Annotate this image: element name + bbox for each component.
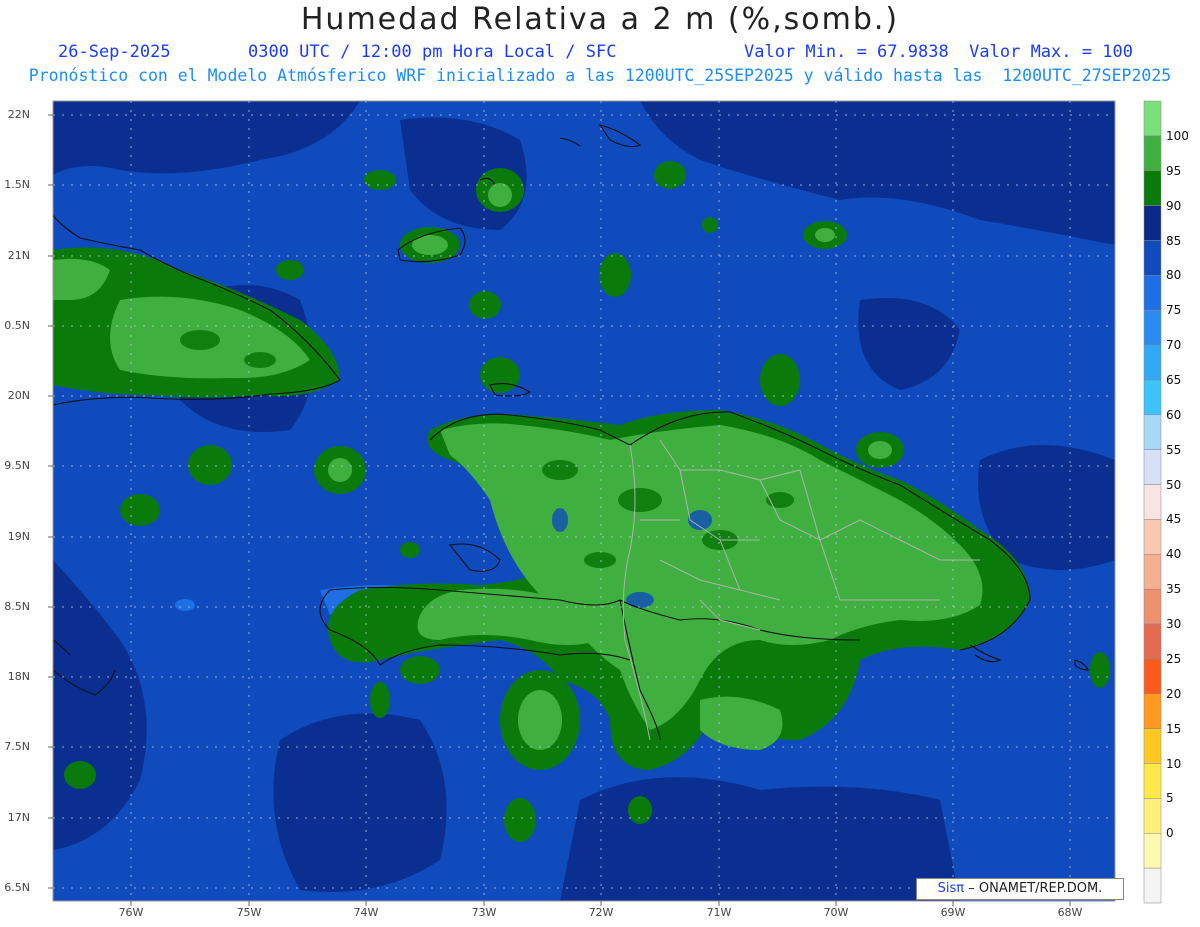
colorbar-label: 85	[1166, 233, 1182, 248]
colorbar-label: 40	[1166, 547, 1182, 562]
colorbar-label: 15	[1166, 721, 1182, 736]
lat-label: 7.5N	[4, 740, 30, 753]
lat-label: 0.5N	[4, 319, 30, 332]
colorbar-swatch	[1143, 833, 1162, 869]
colorbar-swatch	[1143, 658, 1162, 695]
lat-label: 22N	[7, 108, 30, 121]
lat-label: 21N	[7, 249, 30, 262]
colorbar-swatch	[1143, 798, 1162, 834]
sispi-logo: Sisπ	[937, 881, 965, 896]
colorbar-swatch	[1143, 414, 1162, 450]
colorbar-swatch	[1143, 449, 1162, 485]
colorbar-label: 0	[1166, 826, 1174, 841]
colorbar-label: 45	[1166, 512, 1182, 527]
lat-label: 1.5N	[4, 178, 30, 191]
colorbar-swatch	[1143, 170, 1162, 206]
lon-label: 70W	[823, 906, 849, 919]
colorbar-label: 5	[1166, 791, 1174, 806]
lat-label: 8.5N	[4, 600, 30, 613]
colorbar-swatch	[1143, 588, 1162, 625]
colorbar-label: 90	[1166, 198, 1182, 213]
colorbar-label: 80	[1166, 268, 1182, 283]
colorbar-label: 35	[1166, 582, 1182, 597]
colorbar-label: 75	[1166, 303, 1182, 318]
colorbar-swatch	[1143, 100, 1162, 137]
colorbar-swatch	[1143, 623, 1162, 660]
lat-label: 6.5N	[4, 881, 30, 894]
colorbar-label: 65	[1166, 373, 1182, 387]
lon-label: 69W	[940, 906, 966, 919]
colorbar-label: 50	[1166, 477, 1182, 492]
colorbar-swatch	[1143, 484, 1162, 520]
colorbar-swatch	[1143, 275, 1162, 311]
colorbar-label: 95	[1166, 163, 1182, 178]
colorbar-swatch	[1143, 240, 1162, 276]
lat-label: 20N	[7, 389, 30, 402]
colorbar	[1143, 100, 1162, 904]
lon-label: 75W	[236, 906, 262, 919]
lon-label: 73W	[471, 906, 497, 919]
colorbar-label: 60	[1166, 407, 1182, 422]
colorbar-swatch	[1143, 867, 1162, 904]
lat-label: 17N	[7, 811, 30, 824]
lon-label: 74W	[353, 906, 379, 919]
lon-label: 76W	[118, 906, 144, 919]
colorbar-label: 55	[1166, 442, 1182, 457]
colorbar-swatch	[1143, 763, 1162, 799]
colorbar-swatch	[1143, 519, 1162, 555]
colorbar-swatch	[1143, 693, 1162, 729]
colorbar-swatch	[1143, 728, 1162, 764]
humidity-map	[48, 100, 1162, 906]
colorbar-swatch	[1143, 554, 1162, 590]
colorbar-swatch	[1143, 379, 1162, 416]
lon-label: 68W	[1057, 906, 1083, 919]
colorbar-label: 10	[1166, 756, 1182, 771]
credit-box: Sisπ – ONAMET/REP.DOM.	[916, 878, 1124, 900]
colorbar-swatch	[1143, 309, 1162, 346]
lat-label: 18N	[7, 670, 30, 683]
colorbar-label: 20	[1166, 686, 1182, 701]
colorbar-label: 70	[1166, 338, 1182, 353]
colorbar-swatch	[1143, 135, 1162, 172]
colorbar-swatch	[1143, 344, 1162, 381]
lat-label: 19N	[7, 530, 30, 543]
colorbar-label: 25	[1166, 651, 1182, 666]
colorbar-swatch	[1143, 205, 1162, 241]
credit-org: – ONAMET/REP.DOM.	[968, 881, 1103, 896]
colorbar-label: 30	[1166, 617, 1182, 631]
lat-label: 9.5N	[4, 459, 30, 472]
lon-label: 71W	[706, 906, 732, 919]
lon-label: 72W	[588, 906, 614, 919]
colorbar-label: 100	[1166, 128, 1189, 143]
